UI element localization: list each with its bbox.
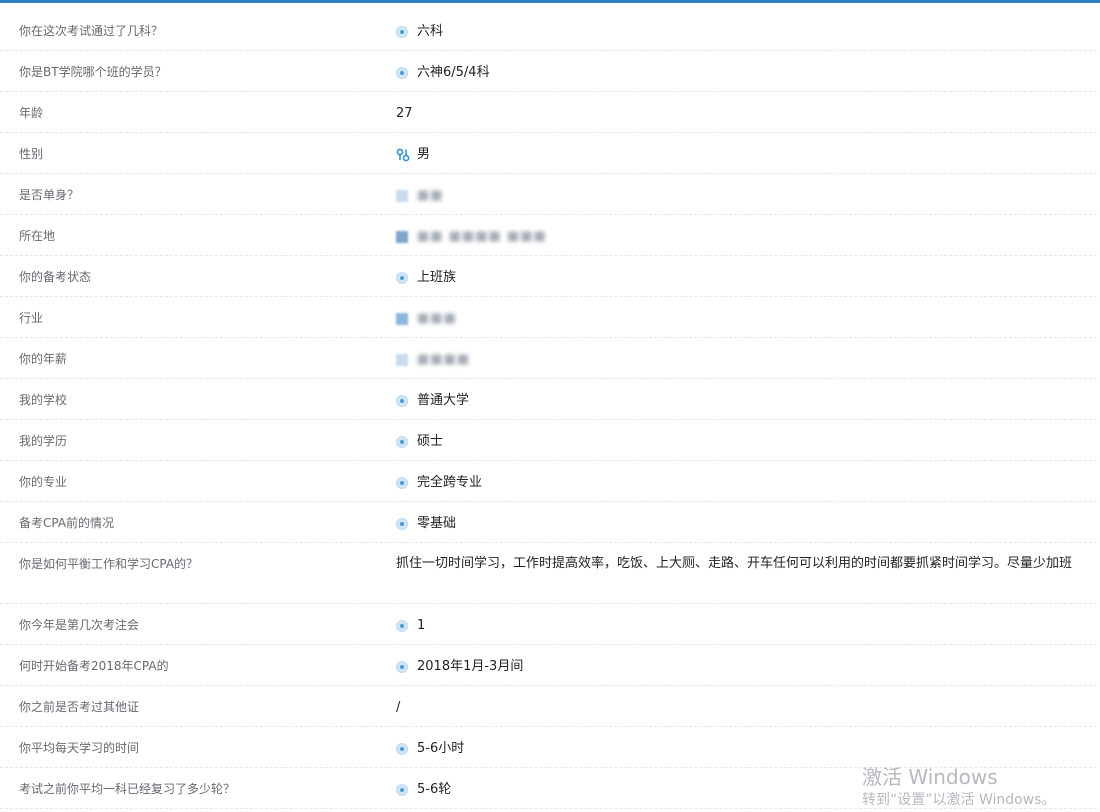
question-label: 你今年是第几次考注会	[19, 618, 140, 632]
gender-icon	[396, 148, 410, 162]
answer-row: 你今年是第几次考注会 1	[0, 604, 1097, 645]
radio-selected-icon	[396, 518, 408, 530]
answer-value: 上班族	[396, 256, 1097, 288]
answer-text: 硕士	[417, 434, 444, 449]
question-label: 考试之前你平均一科已经复习了多少轮？	[19, 782, 236, 796]
question-label: 我的学校	[19, 393, 68, 407]
redacted-text: ■■	[417, 188, 444, 203]
question-label: 所在地	[19, 229, 56, 243]
answer-row: 你是如何平衡工作和学习CPA的？ 抓住一切时间学习，工作时提高效率，吃饭、上大厕、…	[0, 543, 1097, 604]
redacted-icon	[396, 313, 408, 325]
question-label: 何时开始备考2018年CPA的	[19, 659, 169, 673]
answer-value: 5-6小时	[396, 727, 1097, 759]
radio-selected-icon	[396, 620, 408, 632]
answer-text: 零基础	[417, 516, 457, 531]
answer-text: 六神6/5/4科	[417, 65, 490, 80]
question-label: 你在这次考试通过了几科？	[19, 24, 164, 38]
redacted-icon	[396, 190, 408, 202]
radio-selected-icon	[396, 395, 408, 407]
answer-text: 普通大学	[417, 393, 470, 408]
question-label: 你是BT学院哪个班的学员？	[19, 65, 167, 79]
radio-selected-icon	[396, 272, 408, 284]
answer-text: 2018年1月-3月间	[417, 659, 524, 674]
question-label: 你的年薪	[19, 352, 68, 366]
question-label: 你平均每天学习的时间	[19, 741, 140, 755]
answer-value: 1	[396, 604, 1097, 636]
answer-value: 普通大学	[396, 379, 1097, 411]
answer-value: 男	[396, 133, 1097, 165]
answer-value: 27	[396, 92, 1097, 124]
question-label: 我的学历	[19, 434, 68, 448]
answer-row: 备考CPA前的情况 零基础	[0, 502, 1097, 543]
answer-value: ■■	[396, 174, 1097, 206]
answer-text: 抓住一切时间学习，工作时提高效率，吃饭、上大厕、走路、开车任何可以利用的时间都要…	[396, 556, 1073, 571]
question-label: 行业	[19, 311, 44, 325]
answer-value: 六神6/5/4科	[396, 51, 1097, 83]
answer-row: 你的备考状态 上班族	[0, 256, 1097, 297]
answer-text: 27	[396, 106, 413, 121]
answer-row: 年龄 27	[0, 92, 1097, 133]
top-accent-bar	[0, 0, 1100, 3]
answer-value: 5-6轮	[396, 768, 1097, 800]
answer-text: 1	[417, 618, 426, 633]
redacted-icon	[396, 354, 408, 366]
question-label: 你是如何平衡工作和学习CPA的？	[19, 557, 199, 571]
answer-value: 六科	[396, 10, 1097, 42]
redacted-text: ■■■	[417, 311, 457, 326]
answer-value: 抓住一切时间学习，工作时提高效率，吃饭、上大厕、走路、开车任何可以利用的时间都要…	[396, 543, 1097, 574]
radio-selected-icon	[396, 743, 408, 755]
answer-text: /	[396, 700, 401, 715]
answer-row: 你的年薪 ■■■■	[0, 338, 1097, 379]
redacted-text: ■■■■	[417, 352, 471, 367]
question-label: 你的备考状态	[19, 270, 92, 284]
question-label: 是否单身？	[19, 188, 80, 202]
answer-row: 行业 ■■■	[0, 297, 1097, 338]
answer-text: 5-6小时	[417, 741, 465, 756]
answer-row: 所在地 ■■ ■■■■ ■■■	[0, 215, 1097, 256]
answer-row: 考试之前你平均一科已经复习了多少轮？ 5-6轮	[0, 768, 1097, 809]
answer-row: 你平均每天学习的时间 5-6小时	[0, 727, 1097, 768]
radio-selected-icon	[396, 661, 408, 673]
answer-value: /	[396, 686, 1097, 718]
redacted-icon	[396, 231, 408, 243]
answer-row: 何时开始备考2018年CPA的 2018年1月-3月间	[0, 645, 1097, 686]
answer-value: ■■■	[396, 297, 1097, 329]
answer-row: 我的学校 普通大学	[0, 379, 1097, 420]
answer-row: 你之前是否考过其他证 /	[0, 686, 1097, 727]
answer-value: 硕士	[396, 420, 1097, 452]
answer-text: 男	[417, 147, 431, 162]
radio-selected-icon	[396, 477, 408, 489]
radio-selected-icon	[396, 784, 408, 796]
answer-row: 我的学历 硕士	[0, 420, 1097, 461]
survey-answer-list: 你在这次考试通过了几科？ 六科你是BT学院哪个班的学员？ 六神6/5/4科年龄 27 性…	[0, 10, 1097, 809]
answer-row: 你在这次考试通过了几科？ 六科	[0, 10, 1097, 51]
radio-selected-icon	[396, 67, 408, 79]
redacted-text: ■■ ■■■■ ■■■	[417, 229, 547, 244]
question-label: 你的专业	[19, 475, 68, 489]
answer-value: ■■ ■■■■ ■■■	[396, 215, 1097, 247]
answer-row: 你的专业 完全跨专业	[0, 461, 1097, 502]
question-label: 性别	[19, 147, 44, 161]
answer-text: 5-6轮	[417, 782, 452, 797]
answer-value: 零基础	[396, 502, 1097, 534]
question-label: 年龄	[19, 106, 44, 120]
answer-value: 2018年1月-3月间	[396, 645, 1097, 677]
answer-row: 性别 男	[0, 133, 1097, 174]
answer-value: ■■■■	[396, 338, 1097, 370]
answer-value: 完全跨专业	[396, 461, 1097, 493]
answer-row: 是否单身？ ■■	[0, 174, 1097, 215]
question-label: 备考CPA前的情况	[19, 516, 115, 530]
answer-row: 你是BT学院哪个班的学员？ 六神6/5/4科	[0, 51, 1097, 92]
answer-text: 六科	[417, 24, 444, 39]
answer-text: 上班族	[417, 270, 457, 285]
radio-selected-icon	[396, 26, 408, 38]
answer-text: 完全跨专业	[417, 475, 483, 490]
question-label: 你之前是否考过其他证	[19, 700, 140, 714]
radio-selected-icon	[396, 436, 408, 448]
